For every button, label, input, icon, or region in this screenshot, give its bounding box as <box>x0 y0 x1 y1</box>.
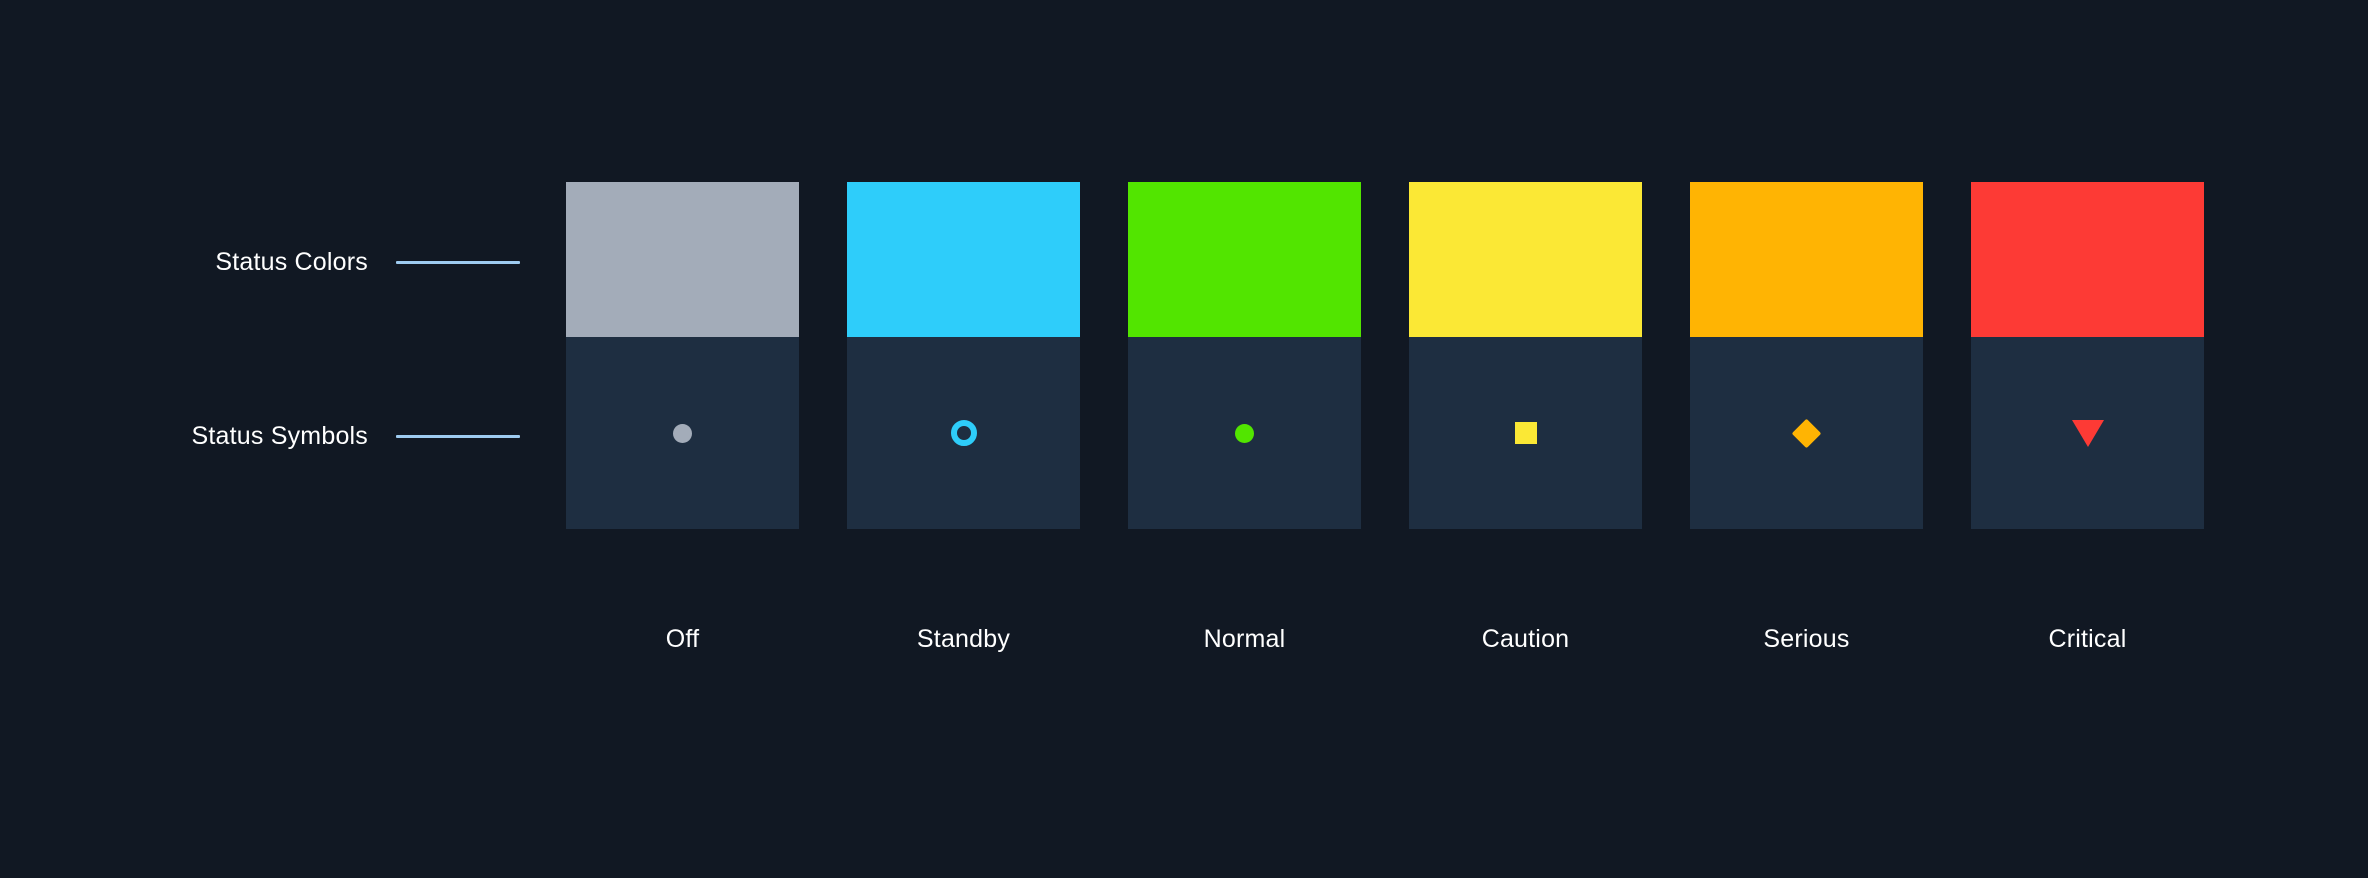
status-symbol-cell <box>1971 337 2204 529</box>
status-symbol-cell <box>566 337 799 529</box>
status-symbol-cell <box>1128 337 1361 529</box>
status-card[interactable] <box>1690 182 1923 529</box>
row-label-text: Status Colors <box>215 247 368 276</box>
status-symbol-cell <box>1690 337 1923 529</box>
row-label-text: Status Symbols <box>191 421 368 450</box>
status-card[interactable] <box>1128 182 1361 529</box>
status-symbol-cell <box>847 337 1080 529</box>
filled-square-icon <box>1514 422 1537 444</box>
status-card[interactable] <box>1409 182 1642 529</box>
status-color-swatch <box>1128 182 1361 337</box>
status-name-row: Off Standby Normal Caution Serious Criti… <box>566 625 2204 654</box>
connector-line-icon <box>396 434 520 438</box>
status-card-strip <box>566 182 2204 529</box>
row-label-status-colors: Status Colors <box>0 245 520 279</box>
status-symbol-cell <box>1409 337 1642 529</box>
down-triangle-icon <box>2071 419 2104 447</box>
filled-diamond-icon <box>1791 418 1822 448</box>
filled-circle-icon <box>1235 423 1254 443</box>
status-name: Standby <box>916 625 1011 653</box>
row-label-status-symbols: Status Symbols <box>0 419 520 453</box>
status-name: Caution <box>1481 625 1570 653</box>
filled-circle-icon <box>673 423 692 443</box>
status-name: Critical <box>2048 625 2127 653</box>
ring-circle-icon <box>950 420 977 446</box>
connector-line-icon <box>396 260 520 264</box>
status-name: Serious <box>1763 625 1850 653</box>
status-card[interactable] <box>1971 182 2204 529</box>
status-legend-board: Status Colors Status Symbols Off Standby… <box>0 0 2368 878</box>
status-card[interactable] <box>566 182 799 529</box>
status-card[interactable] <box>847 182 1080 529</box>
status-name: Off <box>665 625 700 653</box>
status-color-swatch <box>847 182 1080 337</box>
status-color-swatch <box>1690 182 1923 337</box>
status-color-swatch <box>1409 182 1642 337</box>
status-name: Normal <box>1203 625 1286 653</box>
status-color-swatch <box>1971 182 2204 337</box>
status-color-swatch <box>566 182 799 337</box>
